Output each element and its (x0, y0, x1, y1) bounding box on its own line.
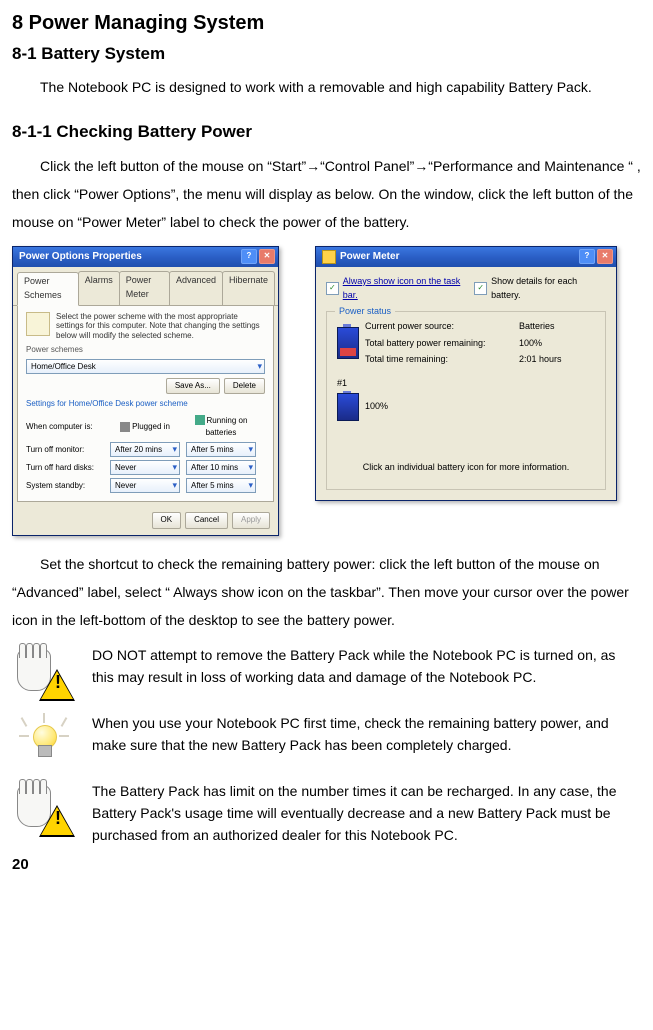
standby-battery-select[interactable]: After 5 mins (186, 478, 256, 493)
tip-text: When you use your Notebook PC first time… (92, 712, 641, 757)
total-power-remaining-value: 100% (519, 337, 589, 351)
lightbulb-icon (15, 715, 75, 769)
power-status-group: Power status Current power source: Batte… (326, 311, 606, 491)
power-status-legend: Power status (335, 305, 395, 319)
standby-plugged-select[interactable]: Never (110, 478, 180, 493)
disks-battery-select[interactable]: After 10 mins (186, 460, 256, 475)
paragraph-intro: The Notebook PC is designed to work with… (12, 73, 641, 101)
battery-number: #1 (337, 377, 595, 391)
heading-chapter: 8 Power Managing System (12, 8, 641, 39)
warning-block-remove-battery: ! DO NOT attempt to remove the Battery P… (12, 644, 641, 704)
apply-button[interactable]: Apply (232, 512, 270, 528)
titlebar: Power Meter ? ✕ (316, 247, 616, 267)
power-scheme-select[interactable]: Home/Office Desk (26, 359, 265, 374)
page-number: 20 (12, 853, 641, 876)
hand-warning-icon: ! (15, 647, 75, 701)
settings-group-label: Settings for Home/Office Desk power sche… (26, 398, 265, 410)
system-standby-label: System standby: (26, 480, 104, 492)
battery-icon (195, 415, 205, 425)
turn-off-monitor-label: Turn off monitor: (26, 444, 104, 456)
scheme-note: Select the power scheme with the most ap… (56, 312, 265, 341)
window-title: Power Meter (340, 249, 399, 265)
show-details-checkbox[interactable]: ✓ (474, 282, 487, 295)
warning-text: DO NOT attempt to remove the Battery Pac… (92, 644, 641, 689)
battery-small-icon[interactable] (337, 393, 359, 421)
current-power-source-label: Current power source: (365, 320, 515, 334)
always-show-checkbox[interactable]: ✓ (326, 282, 339, 295)
ok-button[interactable]: OK (152, 512, 182, 528)
total-power-remaining-label: Total battery power remaining: (365, 337, 515, 351)
save-as-button[interactable]: Save As... (166, 378, 220, 394)
always-show-label[interactable]: Always show icon on the task bar. (343, 275, 475, 303)
heading-section: 8-1 Battery System (12, 41, 641, 67)
power-options-window: Power Options Properties ? ✕ Power Schem… (12, 246, 279, 536)
window-title: Power Options Properties (19, 249, 142, 265)
cancel-button[interactable]: Cancel (185, 512, 228, 528)
monitor-plugged-select[interactable]: After 20 mins (110, 442, 180, 457)
power-meter-icon (322, 250, 336, 264)
heading-subsection: 8-1-1 Checking Battery Power (12, 119, 641, 145)
battery-percent: 100% (365, 400, 388, 414)
paragraph-instructions: Click the left button of the mouse on “S… (12, 152, 641, 236)
paragraph-shortcut: Set the shortcut to check the remaining … (12, 550, 641, 634)
when-computer-is-label: When computer is: (26, 421, 104, 433)
warning-block-recharge-limit: ! The Battery Pack has limit on the numb… (12, 780, 641, 847)
power-meter-window: Power Meter ? ✕ ✓ Always show icon on th… (315, 246, 617, 502)
tip-block-first-use: When you use your Notebook PC first time… (12, 712, 641, 772)
show-details-label: Show details for each battery. (491, 275, 606, 303)
turn-off-disks-label: Turn off hard disks: (26, 462, 104, 474)
help-button[interactable]: ? (241, 249, 257, 264)
total-time-remaining-value: 2:01 hours (519, 353, 589, 367)
tab-power-meter[interactable]: Power Meter (119, 271, 170, 305)
plug-icon (120, 422, 130, 432)
hand-warning-icon: ! (15, 783, 75, 837)
power-schemes-label: Power schemes (26, 344, 265, 356)
close-button[interactable]: ✕ (259, 249, 275, 264)
scheme-icon (26, 312, 50, 336)
titlebar: Power Options Properties ? ✕ (13, 247, 278, 267)
current-power-source-value: Batteries (519, 320, 589, 334)
close-button[interactable]: ✕ (597, 249, 613, 264)
plugged-in-header: Plugged in (110, 421, 180, 433)
tab-advanced[interactable]: Advanced (169, 271, 223, 305)
on-batteries-header: Running on batteries (186, 415, 256, 440)
power-meter-hint: Click an individual battery icon for mor… (337, 461, 595, 475)
total-time-remaining-label: Total time remaining: (365, 353, 515, 367)
tab-alarms[interactable]: Alarms (78, 271, 120, 305)
tab-hibernate[interactable]: Hibernate (222, 271, 275, 305)
warning-text: The Battery Pack has limit on the number… (92, 780, 641, 847)
battery-large-icon (337, 327, 359, 359)
monitor-battery-select[interactable]: After 5 mins (186, 442, 256, 457)
tab-strip: Power Schemes Alarms Power Meter Advance… (13, 267, 278, 306)
tab-power-schemes[interactable]: Power Schemes (17, 272, 79, 306)
delete-button[interactable]: Delete (224, 378, 265, 394)
disks-plugged-select[interactable]: Never (110, 460, 180, 475)
help-button[interactable]: ? (579, 249, 595, 264)
